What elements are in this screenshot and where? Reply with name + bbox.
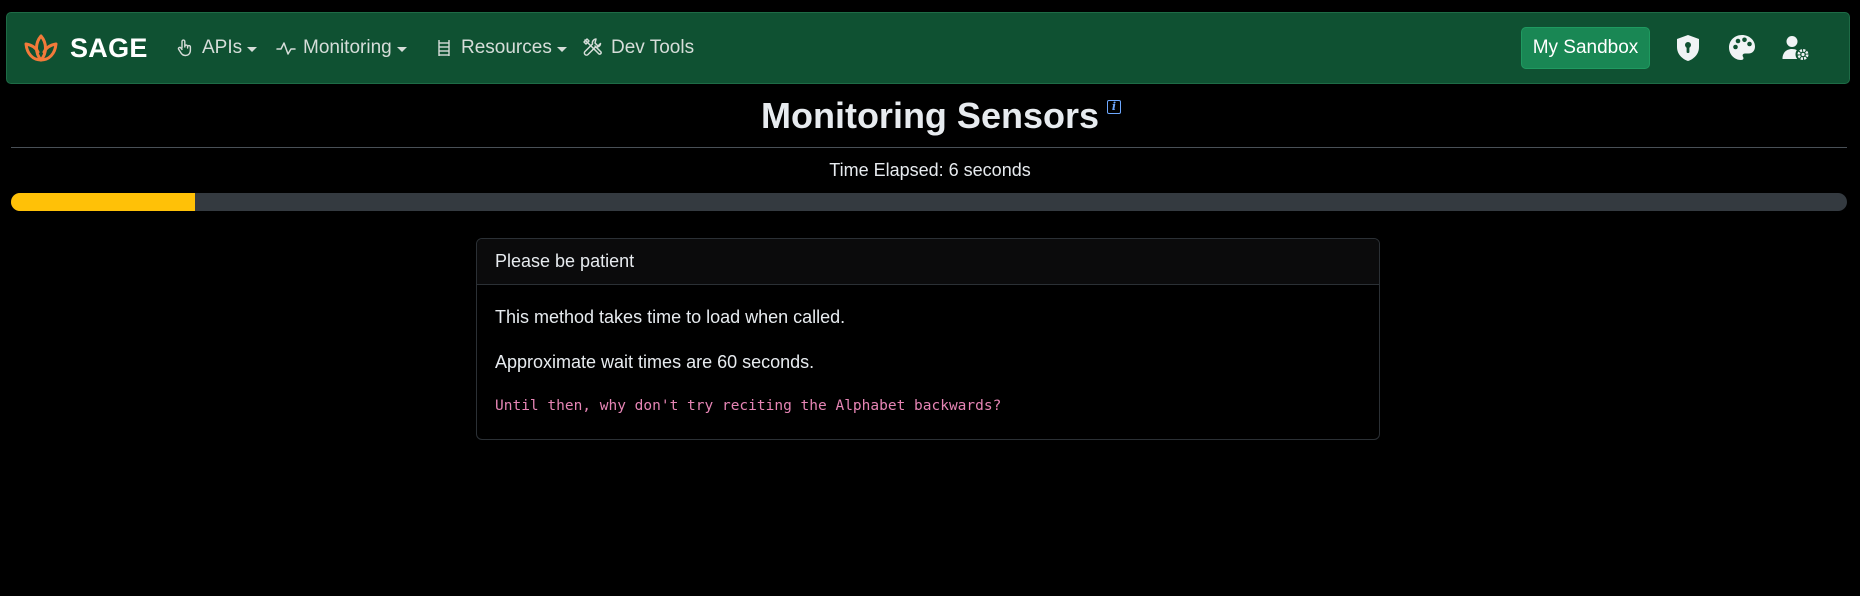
- progress-bar: [11, 193, 1847, 211]
- card-text-line-2: Approximate wait times are 60 seconds.: [495, 352, 815, 372]
- nav-apis[interactable]: APIs: [175, 13, 258, 83]
- brand-link[interactable]: SAGE: [22, 29, 148, 67]
- shield-lock-icon[interactable]: [1671, 31, 1705, 65]
- nav-apis-label: APIs: [202, 37, 243, 58]
- chevron-down-icon: [396, 46, 407, 52]
- tools-icon: [583, 38, 602, 56]
- nav-monitoring[interactable]: Monitoring: [276, 13, 407, 83]
- page-title-text: Monitoring Sensors: [760, 95, 1099, 136]
- lotus-logo-icon: [24, 34, 58, 62]
- title-divider: [11, 147, 1847, 148]
- chevron-down-icon: [556, 46, 567, 52]
- card-header: Please be patient: [477, 239, 1379, 285]
- card-code-text: Until then, why don't try reciting the A…: [495, 398, 1002, 414]
- nav-dev-tools-label: Dev Tools: [611, 37, 695, 58]
- brand-name: SAGE: [70, 32, 148, 63]
- nav-dev-tools[interactable]: Dev Tools: [582, 13, 694, 83]
- card-text-line-1: This method takes time to load when call…: [495, 307, 846, 327]
- progress-bar-fill: [11, 193, 195, 211]
- nav-resources-label: Resources: [461, 37, 552, 58]
- info-icon[interactable]: i: [1107, 100, 1121, 114]
- time-elapsed-text: Time Elapsed: 6 seconds: [829, 160, 1031, 180]
- chevron-down-icon: [247, 46, 258, 52]
- page-header: Monitoring Sensors i: [0, 95, 1860, 137]
- patience-card: Please be patient This method takes time…: [476, 238, 1380, 440]
- top-navbar: SAGE APIs Monitoring Resources Dev Tools…: [6, 12, 1850, 84]
- hand-pointer-icon: [177, 39, 192, 57]
- palette-icon[interactable]: [1725, 31, 1759, 65]
- ladder-icon: [438, 40, 450, 56]
- user-gear-icon[interactable]: [1779, 31, 1813, 65]
- page-title: Monitoring Sensors i: [760, 95, 1121, 137]
- nav-resources[interactable]: Resources: [434, 13, 567, 83]
- nav-monitoring-label: Monitoring: [303, 37, 392, 58]
- activity-icon: [276, 42, 296, 55]
- my-sandbox-button[interactable]: My Sandbox: [1521, 27, 1650, 69]
